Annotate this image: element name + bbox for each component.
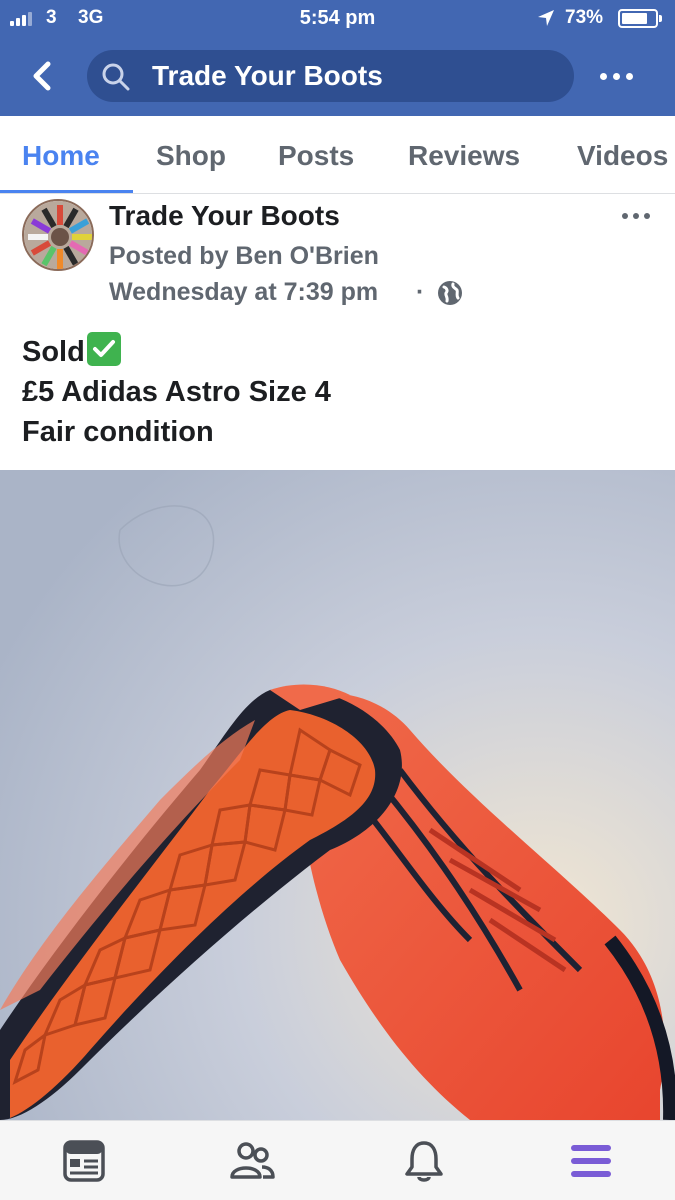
post-card: Trade Your Boots Posted by Ben O'Brien W… bbox=[0, 194, 675, 470]
page-name[interactable]: Trade Your Boots bbox=[109, 200, 340, 232]
post-options-icon[interactable] bbox=[622, 210, 656, 222]
battery-percentage: 73% bbox=[565, 7, 604, 28]
post-line-price: £5 Adidas Astro Size 4 bbox=[22, 376, 331, 408]
notifications-bell-icon[interactable] bbox=[400, 1137, 448, 1185]
menu-icon[interactable] bbox=[567, 1137, 615, 1185]
back-chevron-icon[interactable] bbox=[22, 56, 62, 96]
posted-by: Posted by Ben O'Brien bbox=[109, 242, 379, 270]
post-line-condition: Fair condition bbox=[22, 416, 214, 448]
battery-icon bbox=[618, 9, 662, 28]
status-bar: 3 3G 5:54 pm 73% bbox=[0, 0, 675, 38]
search-bar[interactable]: Trade Your Boots bbox=[87, 50, 574, 102]
tab-shop[interactable]: Shop bbox=[156, 140, 226, 172]
separator-dot: · bbox=[416, 278, 425, 306]
tab-videos[interactable]: Videos bbox=[577, 140, 668, 172]
page-tabs: Home Shop Posts Reviews Videos bbox=[0, 116, 675, 194]
search-query: Trade Your Boots bbox=[152, 60, 383, 91]
post-timestamp[interactable]: Wednesday at 7:39 pm bbox=[109, 278, 378, 307]
news-feed-icon[interactable] bbox=[60, 1137, 108, 1185]
bottom-navigation bbox=[0, 1120, 675, 1200]
app-header: Trade Your Boots bbox=[0, 38, 675, 116]
search-icon bbox=[102, 63, 130, 91]
post-message: Sold £5 Adidas Astro Size 4 Fair conditi… bbox=[22, 332, 331, 452]
page-avatar[interactable] bbox=[22, 199, 94, 271]
post-photo[interactable] bbox=[0, 470, 675, 1120]
location-arrow-icon bbox=[538, 10, 554, 26]
post-line-sold: Sold bbox=[22, 332, 331, 372]
tab-home[interactable]: Home bbox=[22, 140, 100, 172]
tab-reviews[interactable]: Reviews bbox=[408, 140, 520, 172]
globe-icon bbox=[438, 281, 462, 305]
friends-icon[interactable] bbox=[228, 1137, 276, 1185]
check-mark-button-icon bbox=[86, 332, 121, 366]
tab-posts[interactable]: Posts bbox=[278, 140, 354, 172]
more-options-icon[interactable] bbox=[596, 62, 636, 90]
